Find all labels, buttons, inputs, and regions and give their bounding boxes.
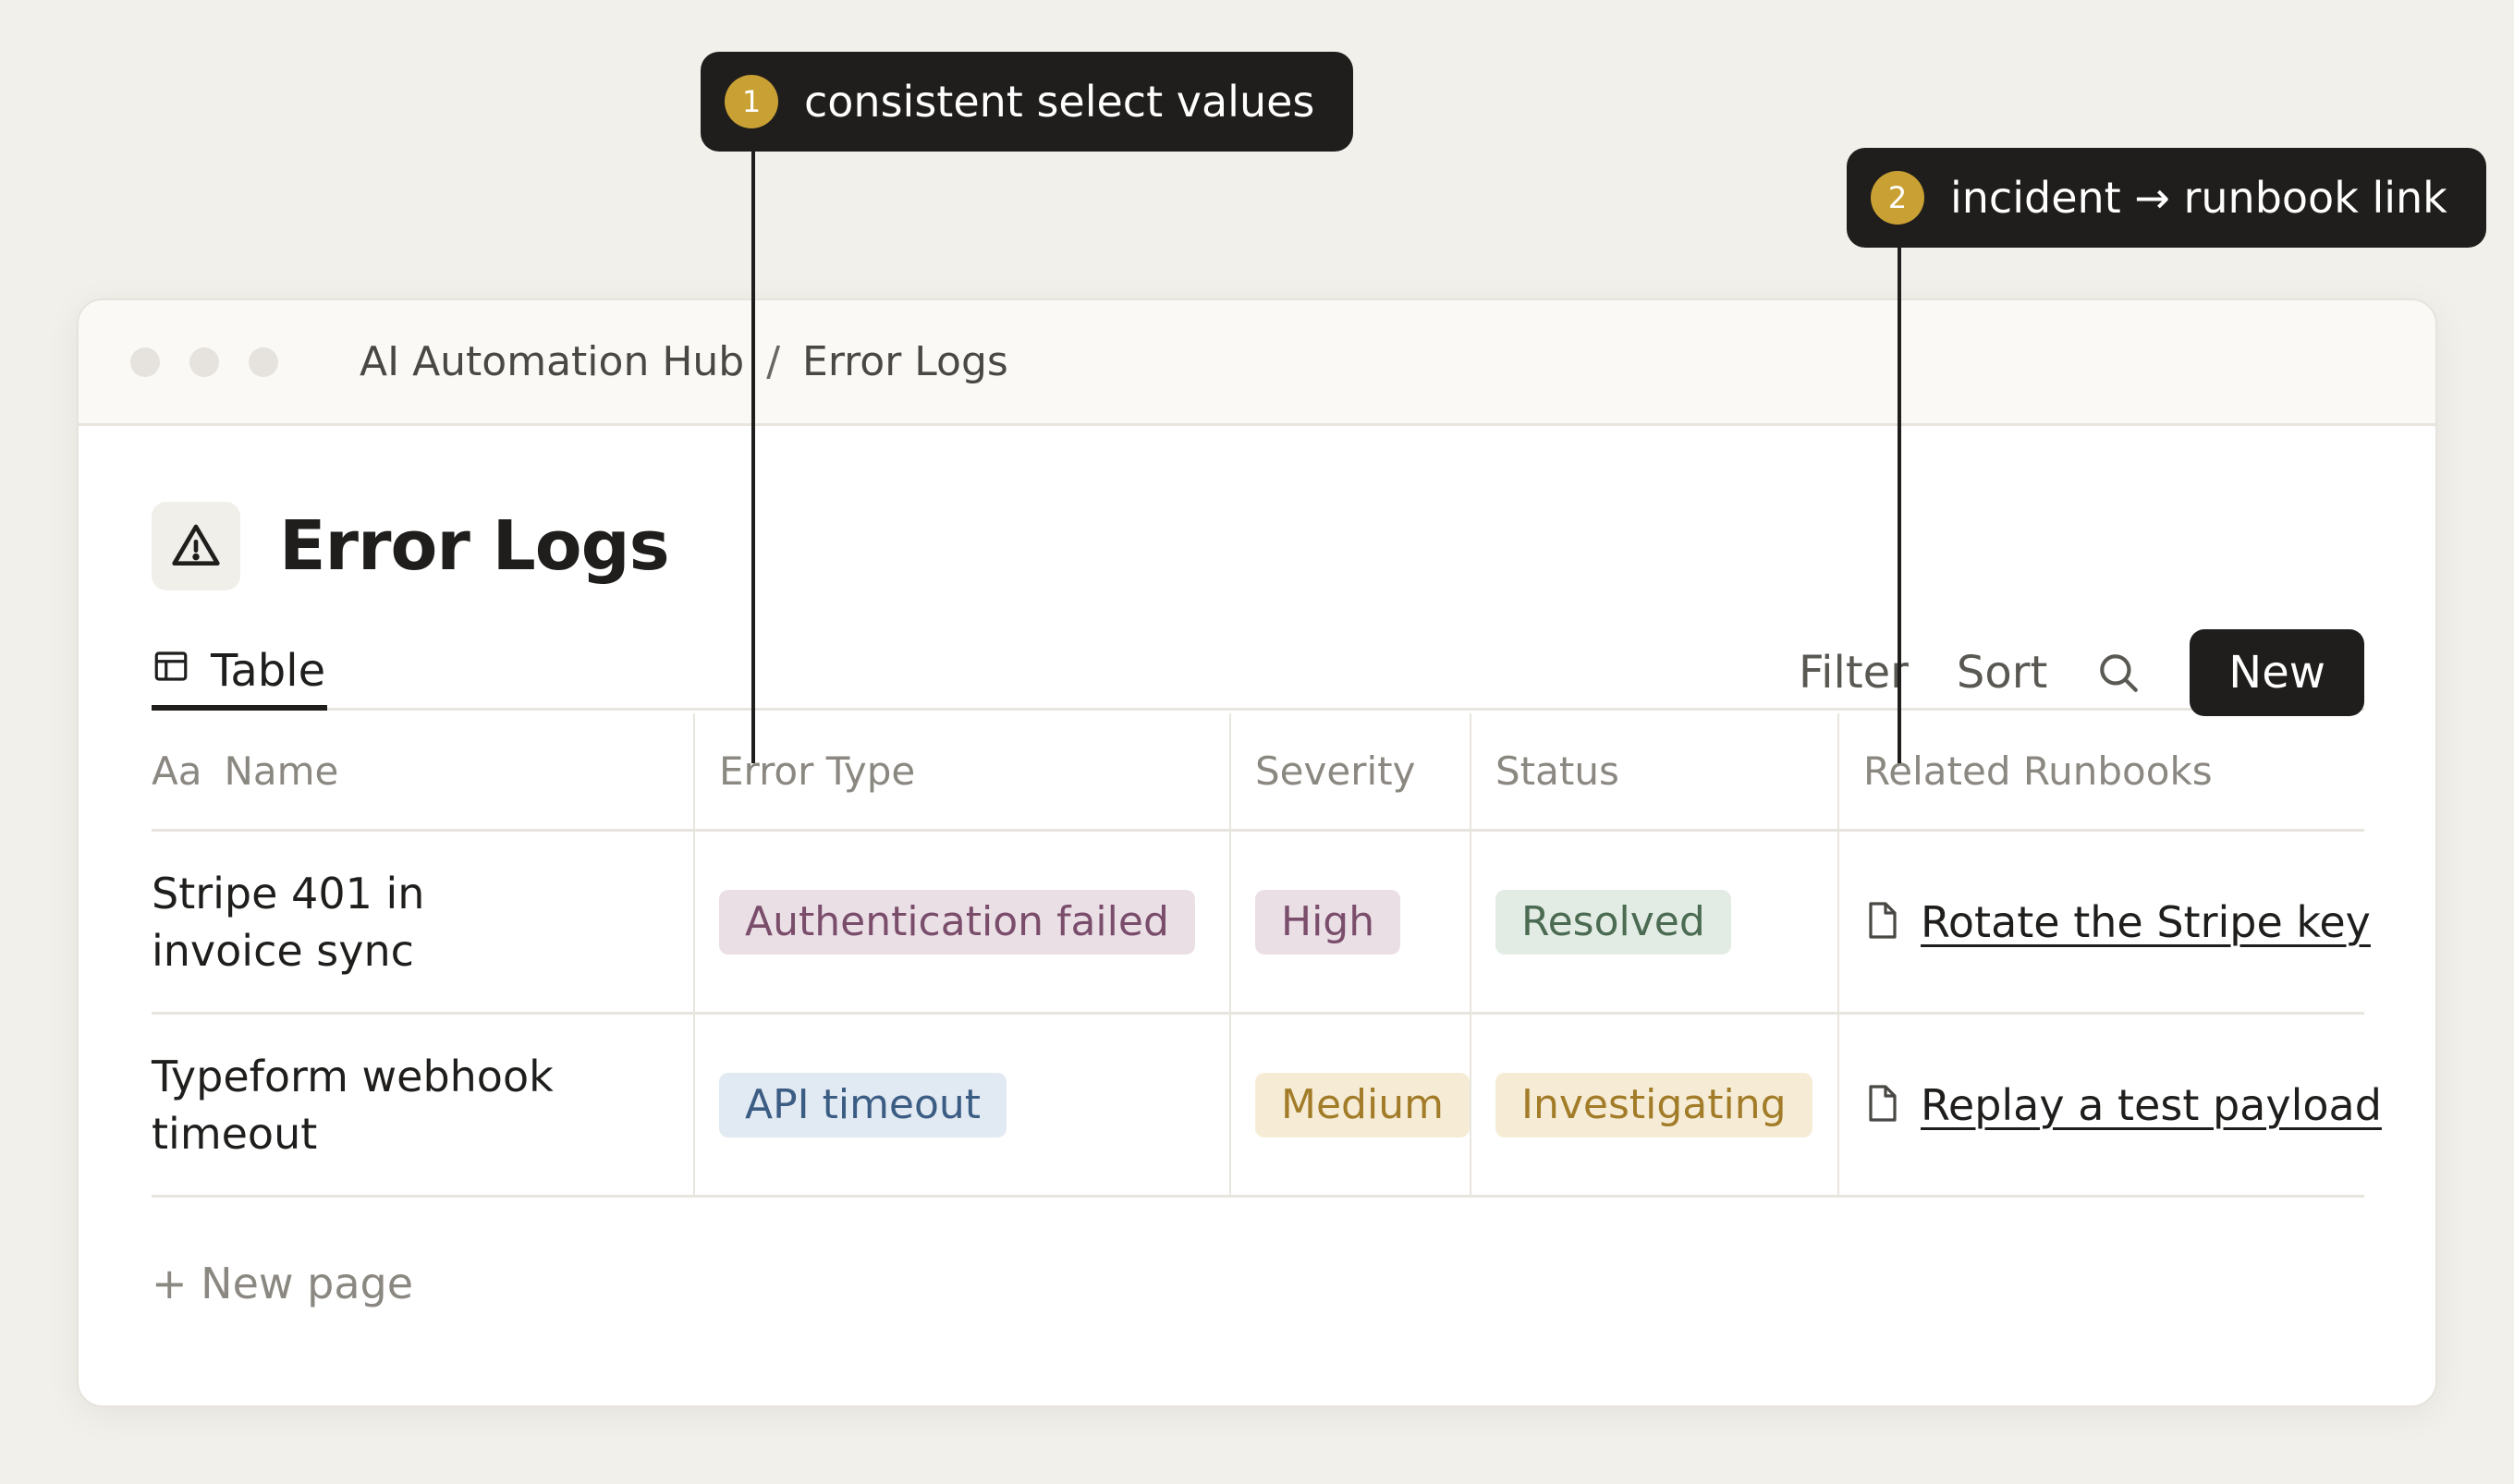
app-window: AI Automation Hub / Error Logs Error Log…: [77, 298, 2437, 1407]
status-tag: Investigating: [1495, 1072, 1812, 1137]
annotation-leader-line: [751, 152, 755, 763]
annotation-text: incident → runbook link: [1950, 173, 2447, 223]
runbook-relation[interactable]: Rotate the Stripe key: [1863, 897, 2371, 947]
text-property-icon: Aa: [152, 748, 202, 794]
breadcrumb-separator: /: [766, 338, 781, 385]
tab-table-view[interactable]: Table: [152, 637, 328, 711]
error-type-tag: Authentication failed: [719, 889, 1195, 955]
annotation-number-badge: 1: [725, 75, 778, 128]
sort-button[interactable]: Sort: [1957, 647, 2047, 699]
minimize-window-button[interactable]: [189, 347, 219, 377]
filter-button[interactable]: Filter: [1799, 647, 1909, 699]
table-header-row: Aa Name Error Type Severity Status Relat…: [152, 713, 2364, 832]
annotation-callout-1: 1 consistent select values: [701, 52, 1354, 152]
error-type-cell[interactable]: Authentication failed: [695, 832, 1231, 1012]
breadcrumb: AI Automation Hub / Error Logs: [360, 338, 1008, 385]
breadcrumb-workspace[interactable]: AI Automation Hub: [360, 338, 744, 385]
database-table: Aa Name Error Type Severity Status Relat…: [152, 713, 2382, 1198]
view-actions: Filter Sort New: [1751, 629, 2364, 716]
table-row[interactable]: Typeform webhook timeout API timeout Med…: [152, 1015, 2382, 1198]
status-cell[interactable]: Resolved: [1471, 832, 1839, 1012]
status-cell[interactable]: Investigating: [1471, 1015, 1839, 1195]
annotation-number-badge: 2: [1871, 171, 1924, 225]
page-header: Error Logs: [152, 502, 670, 590]
status-tag: Resolved: [1495, 889, 1731, 955]
severity-tag: High: [1255, 889, 1401, 955]
runbook-link[interactable]: Replay a test payload: [1921, 1080, 2382, 1130]
annotation-leader-line: [1898, 248, 1901, 763]
page-icon: [1863, 1083, 1900, 1127]
page-icon: [1863, 900, 1900, 944]
related-runbooks-cell[interactable]: Replay a test payload: [1839, 1015, 2382, 1195]
new-button[interactable]: New: [2190, 629, 2364, 716]
title-bar: AI Automation Hub / Error Logs: [79, 300, 2435, 426]
related-runbooks-cell[interactable]: Rotate the Stripe key: [1839, 832, 2371, 1012]
close-window-button[interactable]: [130, 347, 160, 377]
new-page-button[interactable]: + New page: [152, 1259, 413, 1308]
row-title[interactable]: Typeform webhook timeout: [152, 1048, 586, 1162]
column-header-label: Name: [224, 748, 339, 794]
annotation-text: consistent select values: [804, 77, 1315, 127]
breadcrumb-current-page[interactable]: Error Logs: [802, 338, 1008, 385]
name-cell[interactable]: Typeform webhook timeout: [152, 1015, 695, 1195]
table-row[interactable]: Stripe 401 in invoice sync Authenticatio…: [152, 832, 2371, 1015]
maximize-window-button[interactable]: [249, 347, 278, 377]
severity-tag: Medium: [1255, 1072, 1470, 1137]
window-controls: [130, 347, 278, 377]
row-title[interactable]: Stripe 401 in invoice sync: [152, 865, 586, 979]
severity-cell[interactable]: High: [1231, 832, 1471, 1012]
annotation-callout-2: 2 incident → runbook link: [1847, 148, 2486, 248]
column-header-status[interactable]: Status: [1471, 713, 1839, 829]
table-icon: [152, 645, 190, 697]
column-header-severity[interactable]: Severity: [1231, 713, 1471, 829]
name-cell[interactable]: Stripe 401 in invoice sync: [152, 832, 695, 1012]
warning-triangle-icon[interactable]: [152, 502, 240, 590]
column-header-name[interactable]: Aa Name: [152, 713, 695, 829]
severity-cell[interactable]: Medium: [1231, 1015, 1471, 1195]
error-type-tag: API timeout: [719, 1072, 1007, 1137]
page-title: Error Logs: [279, 506, 670, 586]
runbook-link[interactable]: Rotate the Stripe key: [1921, 897, 2371, 947]
view-toolbar: Table Filter Sort New: [152, 629, 2364, 716]
column-header-error-type[interactable]: Error Type: [695, 713, 1231, 829]
runbook-relation[interactable]: Replay a test payload: [1863, 1080, 2382, 1130]
error-type-cell[interactable]: API timeout: [695, 1015, 1231, 1195]
search-icon[interactable]: [2095, 650, 2142, 696]
column-header-related-runbooks[interactable]: Related Runbooks: [1839, 713, 2364, 829]
tab-label: Table: [211, 645, 326, 697]
